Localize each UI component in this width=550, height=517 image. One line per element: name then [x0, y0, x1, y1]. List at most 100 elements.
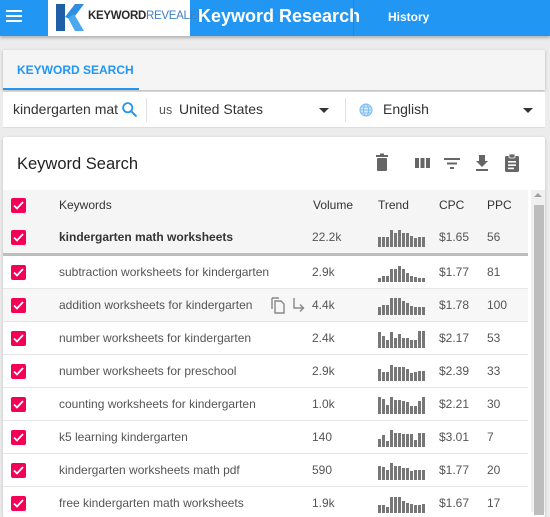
nav-history[interactable]: History	[388, 10, 429, 24]
trend-bar	[410, 340, 413, 348]
trend-bar	[394, 433, 397, 447]
menu-icon[interactable]	[6, 8, 24, 22]
row-checkbox[interactable]	[11, 463, 26, 478]
trend-bar	[402, 301, 405, 315]
table-row[interactable]: subtraction worksheets for kindergarten 2…	[3, 256, 528, 289]
row-checkbox[interactable]	[11, 397, 26, 412]
table-row[interactable]: number worksheets for kindergarten 2.4k $2…	[3, 322, 528, 355]
cpc-cell: $3.01	[439, 430, 470, 444]
trend-bar	[414, 406, 417, 414]
table-row[interactable]: kindergarten worksheets math pdf 590 $1.77…	[3, 454, 528, 487]
trend-sparkline	[378, 229, 425, 247]
trend-bar	[398, 266, 401, 282]
scroll-up-arrow-icon[interactable]	[534, 193, 542, 197]
trend-bar	[406, 468, 409, 480]
download-icon[interactable]	[473, 153, 491, 173]
keyword-input[interactable]	[13, 101, 119, 117]
table-row[interactable]: number worksheets for preschool 2.9k $2.39…	[3, 355, 528, 388]
tab-bar: KEYWORD SEARCH	[3, 50, 545, 90]
table-row[interactable]: k5 learning kindergarten 140 $3.01 7	[3, 421, 528, 454]
row-checkbox[interactable]	[11, 364, 26, 379]
logo[interactable]: KEYWORDREVEALER	[48, 0, 205, 36]
trend-bar	[414, 470, 417, 480]
trend-bar	[386, 276, 389, 282]
scroll-thumb[interactable]	[534, 205, 544, 515]
row-checkbox[interactable]	[11, 331, 26, 346]
keyword-cell: k5 learning kindergarten	[59, 430, 188, 444]
keyword-cell: number worksheets for preschool	[59, 364, 237, 378]
trend-bar	[422, 307, 425, 315]
keyword-cell: number worksheets for kindergarten	[59, 331, 252, 345]
keyword-cell: addition worksheets for kindergarten	[59, 298, 253, 312]
row-checkbox[interactable]	[11, 230, 26, 245]
volume-cell: 1.0k	[312, 397, 335, 411]
volume-cell: 22.2k	[312, 230, 342, 244]
header-cpc[interactable]: CPC	[439, 198, 464, 212]
volume-cell: 140	[312, 430, 333, 444]
header-volume[interactable]: Volume	[313, 198, 353, 212]
trend-bar	[386, 237, 389, 247]
trend-sparkline	[378, 363, 425, 381]
cpc-cell: $1.77	[439, 265, 470, 279]
cpc-cell: $2.17	[439, 331, 470, 345]
trend-bar	[386, 405, 389, 414]
trend-bar	[418, 331, 421, 348]
table-scrollbar[interactable]	[531, 190, 545, 515]
keyword-cell: free kindergarten math worksheets	[59, 496, 244, 510]
divider	[345, 98, 346, 122]
table-row[interactable]: addition worksheets for kindergarten 4.4k…	[3, 289, 528, 322]
trend-bar	[394, 497, 397, 513]
volume-cell: 590	[312, 463, 333, 477]
header-trend[interactable]: Trend	[378, 198, 409, 212]
table-row[interactable]: free kindergarten math worksheets 1.9k $1.…	[3, 487, 528, 517]
tab-keyword-search[interactable]: KEYWORD SEARCH	[3, 50, 139, 90]
row-checkbox[interactable]	[11, 265, 26, 280]
table-row[interactable]: counting worksheets for kindergarten 1.0k…	[3, 388, 528, 421]
cpc-cell: $1.77	[439, 463, 470, 477]
columns-icon[interactable]	[414, 153, 432, 173]
trend-bar	[394, 367, 397, 381]
trend-bar	[386, 340, 389, 348]
trend-bar	[410, 406, 413, 414]
trend-bar	[418, 401, 421, 414]
nav-divider	[353, 0, 354, 36]
trend-bar	[410, 306, 413, 315]
trend-bar	[390, 365, 393, 381]
trend-bar	[414, 238, 417, 247]
table-row[interactable]: kindergarten math worksheets 22.2k $1.65 56	[3, 221, 528, 256]
trend-bar	[398, 433, 401, 447]
trend-bar	[414, 277, 417, 282]
row-checkbox[interactable]	[11, 430, 26, 445]
trend-bar	[422, 433, 425, 447]
search-icon[interactable]	[121, 101, 138, 118]
trend-bar	[390, 332, 393, 348]
clipboard-icon[interactable]	[503, 153, 521, 173]
country-select[interactable]: us United States	[153, 92, 338, 128]
trend-bar	[414, 340, 417, 348]
trash-icon[interactable]	[373, 153, 391, 173]
row-checkbox[interactable]	[11, 496, 26, 511]
select-all-checkbox[interactable]	[11, 198, 26, 213]
trend-bar	[398, 230, 401, 247]
row-actions	[269, 296, 307, 314]
cpc-cell: $1.65	[439, 230, 470, 244]
trend-bar	[410, 276, 413, 282]
row-checkbox[interactable]	[11, 298, 26, 313]
trend-bar	[390, 397, 393, 414]
copy-icon[interactable]	[269, 296, 287, 314]
trend-bar	[382, 276, 385, 282]
trend-bar	[382, 399, 385, 414]
trend-bar	[418, 433, 421, 447]
language-name: English	[383, 101, 429, 117]
nav-keyword-research[interactable]: Keyword Research	[198, 6, 360, 27]
trend-bar	[418, 237, 421, 247]
header-ppc[interactable]: PPC	[487, 198, 512, 212]
volume-cell: 2.4k	[312, 331, 335, 345]
trend-bar	[398, 334, 401, 348]
filter-icon[interactable]	[443, 153, 461, 173]
expand-arrow-icon[interactable]	[291, 296, 307, 314]
language-select[interactable]: English	[353, 92, 543, 128]
trend-bar	[378, 397, 381, 414]
header-keywords[interactable]: Keywords	[59, 198, 112, 212]
cpc-cell: $1.78	[439, 298, 470, 312]
